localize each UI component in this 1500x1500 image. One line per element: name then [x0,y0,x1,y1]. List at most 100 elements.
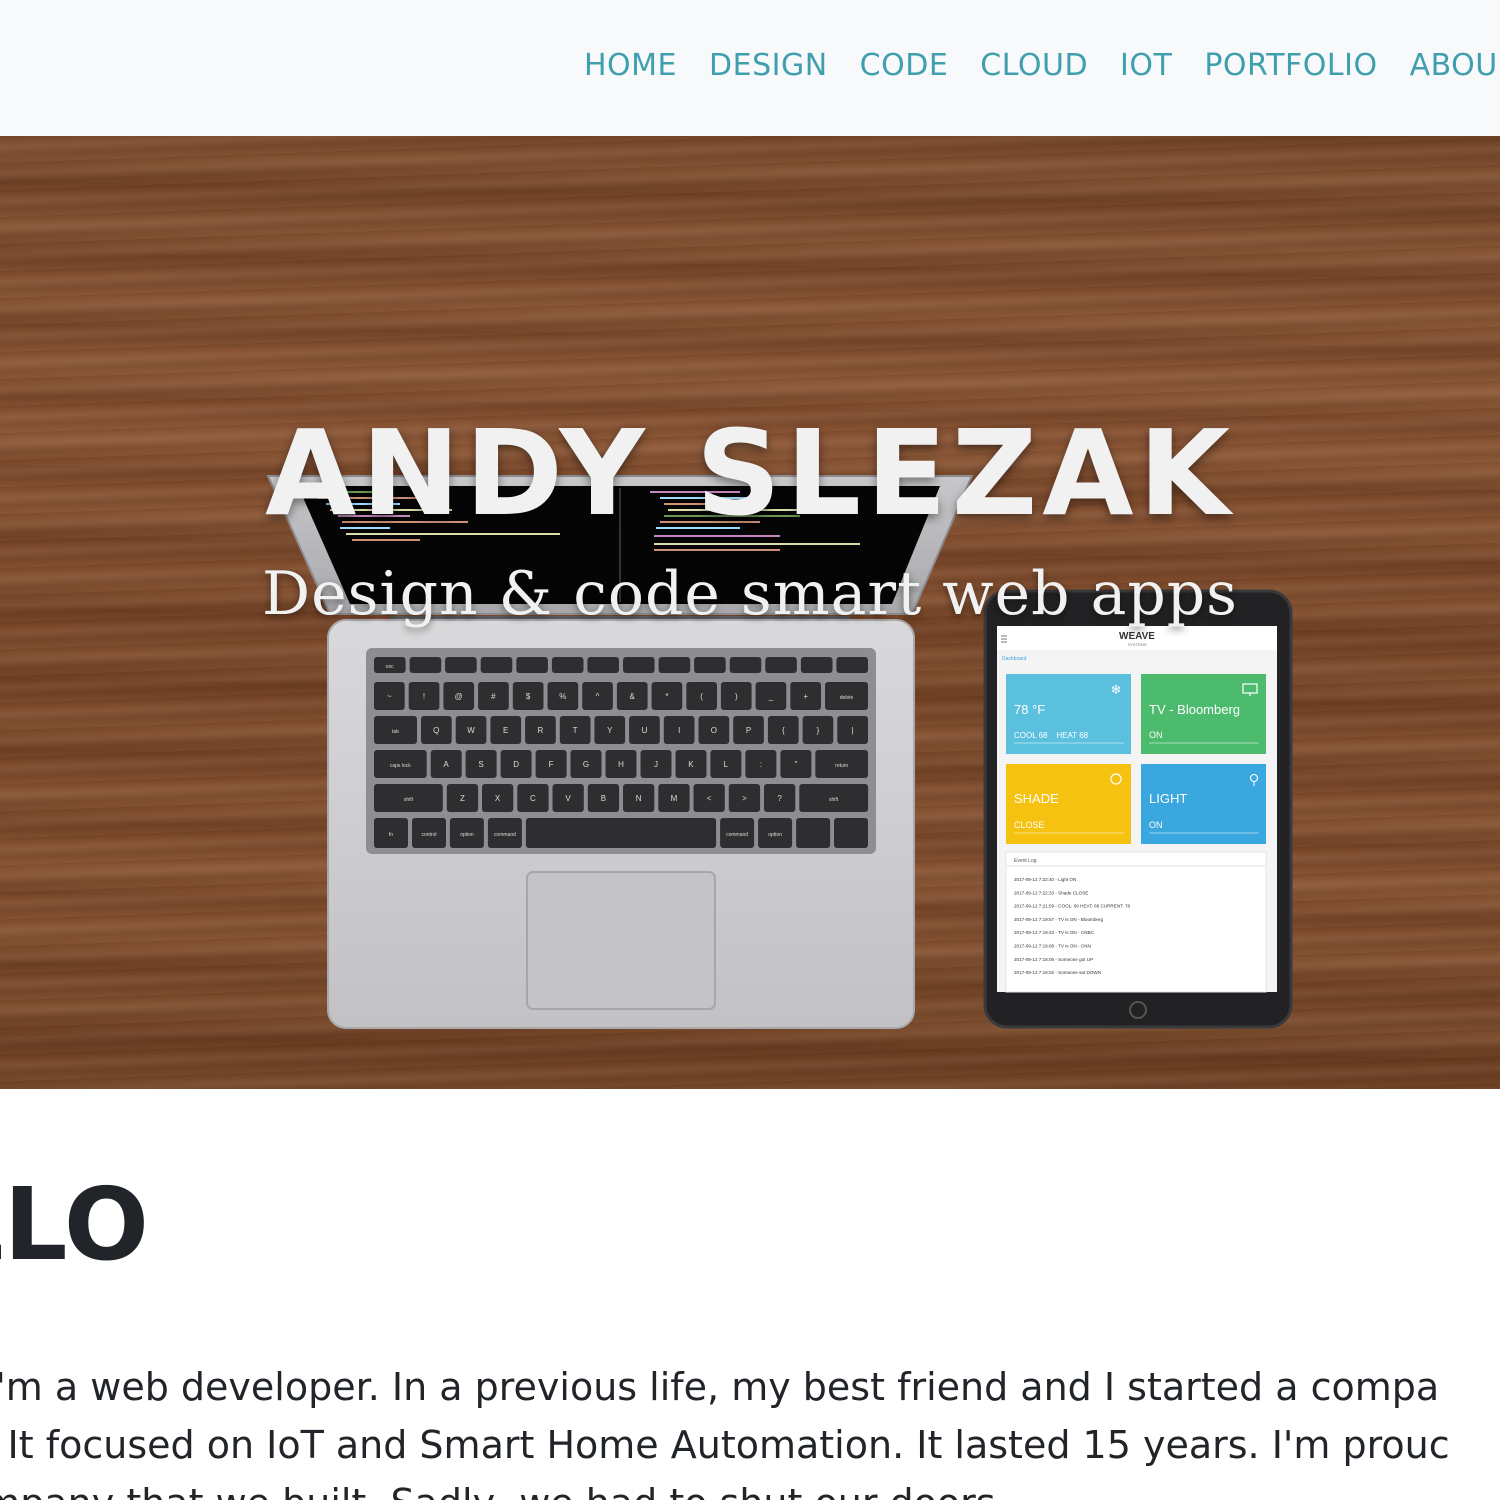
keyboard-key[interactable] [796,818,831,848]
keyboard-key[interactable]: N [623,784,655,812]
tile-shade[interactable]: SHADE CLOSE [1006,764,1131,844]
keyboard-key[interactable]: caps lock [374,750,427,778]
key-label: ~ [387,692,392,701]
snowflake-icon: ❄ [1111,683,1122,698]
keyboard-key[interactable] [516,657,548,673]
keyboard-key[interactable] [729,657,762,673]
key-cap [796,818,831,848]
keyboard-key[interactable]: ) [720,682,752,710]
keyboard-key[interactable]: O [698,716,730,744]
hero-section: esc ~! @ # $% ^ & * () _ + delete tab Q W E R T Y U I O P {} | ca… [0,136,1500,1089]
keyboard-key[interactable]: H [605,750,637,778]
keyboard-key[interactable]: C [517,784,549,812]
keyboard-key[interactable] [551,657,584,673]
keyboard-key[interactable]: | [837,716,868,744]
keyboard-key[interactable]: command [720,818,755,848]
keyboard-key[interactable]: > [728,784,761,812]
keyboard-key[interactable]: I [663,716,695,744]
keyboard-key[interactable]: @ [443,682,475,710]
keyboard-key[interactable] [525,818,717,848]
nav-link-code[interactable]: CODE [844,44,965,88]
keyboard-key[interactable]: A [430,750,462,778]
keyboard-key[interactable]: return [815,750,868,778]
keyboard-key[interactable] [836,657,868,673]
keyboard-key[interactable] [480,657,513,673]
keyboard-key[interactable] [623,657,655,673]
keyboard-key[interactable]: delete [825,682,868,710]
keyboard-key[interactable]: M [658,784,690,812]
trackpad[interactable] [526,871,716,1010]
key-cap [445,657,477,673]
nav-link-design[interactable]: DESIGN [693,44,844,88]
keyboard-key[interactable]: S [465,750,497,778]
keyboard-key[interactable]: J [640,750,672,778]
keyboard-key[interactable] [800,657,833,673]
keyboard-key[interactable]: Q [421,716,452,744]
keyboard-key[interactable] [765,657,797,673]
keyboard-key[interactable] [445,657,477,673]
keyboard-key[interactable]: ~ [374,682,405,710]
keyboard-key[interactable]: W [455,716,487,744]
keyboard-key[interactable]: option [758,818,793,848]
nav-link-cloud[interactable]: CLOUD [964,44,1104,88]
keyboard-key[interactable]: option [449,818,484,848]
keyboard-key[interactable]: U [629,716,660,744]
nav-link-iot[interactable]: IOT [1104,44,1188,88]
keyboard-key[interactable]: { [767,716,799,744]
keyboard-key[interactable]: & [616,682,648,710]
keyboard-key[interactable]: ^ [582,682,613,710]
keyboard-key[interactable]: Y [594,716,626,744]
keyboard-key[interactable]: esc [374,657,406,673]
key-cap [658,657,691,673]
keyboard-key[interactable]: < [693,784,725,812]
key-label: S [478,760,483,769]
about-line: e. It focused on IoT and Smart Home Auto… [0,1423,1450,1467]
keyboard-key[interactable]: command [487,818,522,848]
keyboard-key[interactable]: : [745,750,777,778]
key-label: W [467,726,475,735]
keyboard-key[interactable]: T [559,716,591,744]
keyboard-key[interactable]: B [587,784,620,812]
key-label: E [503,726,508,735]
keyboard-key[interactable]: F [535,750,567,778]
keyboard-key[interactable]: tab [374,716,417,744]
keyboard-key[interactable]: _ [755,682,787,710]
nav-link-about[interactable]: ABOU [1394,44,1500,88]
tile-light[interactable]: LIGHT ON [1141,764,1266,844]
keyboard-key[interactable]: P [733,716,764,744]
keyboard-key[interactable] [834,818,868,848]
keyboard-key[interactable]: G [570,750,602,778]
keyboard-key[interactable]: E [490,716,522,744]
keyboard-key[interactable] [587,657,619,673]
nav-link-home[interactable]: HOME [568,44,693,88]
keyboard-key[interactable]: shift [374,784,443,812]
keyboard-key[interactable] [658,657,691,673]
keyboard-key[interactable] [409,657,442,673]
nav-link-portfolio[interactable]: PORTFOLIO [1188,44,1393,88]
tile-tv[interactable]: TV - Bloomberg ON [1141,674,1266,754]
tile-thermostat[interactable]: 78 °F COOL 68 HEAT 68 ❄ [1006,674,1131,754]
keyboard-key[interactable]: $ [512,682,544,710]
keyboard-key[interactable]: ( [686,682,717,710]
keyboard-key[interactable]: L [710,750,742,778]
keyboard-key[interactable]: shift [799,784,869,812]
keyboard-key[interactable]: control [412,818,446,848]
keyboard-key[interactable]: # [478,682,509,710]
tablet-breadcrumb: Dashboard [1002,656,1027,662]
keyboard-key[interactable]: K [675,750,707,778]
keyboard-key[interactable]: % [547,682,579,710]
keyboard-key[interactable]: } [802,716,834,744]
keyboard-key[interactable]: X [482,784,514,812]
keyboard-key[interactable]: V [552,784,584,812]
keyboard-key[interactable]: " [780,750,812,778]
keyboard-key[interactable] [694,657,726,673]
keyboard-key[interactable]: + [790,682,821,710]
keyboard-key[interactable]: ! [408,682,440,710]
key-label: % [559,692,566,701]
keyboard-key[interactable]: R [525,716,556,744]
keyboard-key[interactable]: ? [764,784,796,812]
keyboard-key[interactable]: * [651,682,683,710]
keyboard-key[interactable]: fn [374,818,408,848]
keyboard-key[interactable]: Z [446,784,479,812]
keyboard-key[interactable]: D [500,750,532,778]
